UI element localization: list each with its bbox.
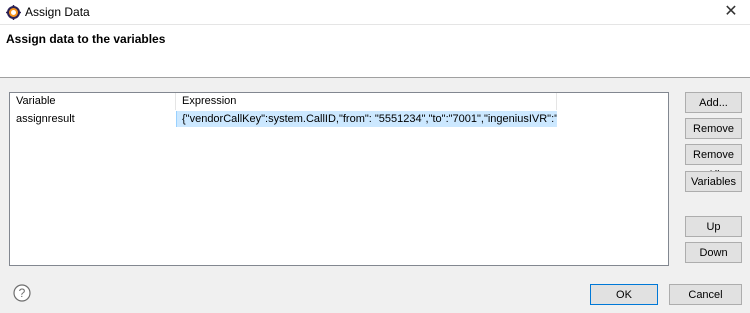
dialog-header: Assign data to the variables xyxy=(0,25,750,78)
help-icon[interactable]: ? xyxy=(13,284,31,302)
expression-cell[interactable]: {"vendorCallKey":system.CallID,"from": "… xyxy=(176,111,557,127)
ok-button[interactable]: OK xyxy=(590,284,658,305)
add-button[interactable]: Add... xyxy=(685,92,742,113)
variable-cell[interactable]: assignresult xyxy=(16,111,75,127)
variables-button[interactable]: Variables xyxy=(685,171,742,192)
column-header-expression[interactable]: Expression xyxy=(176,93,557,110)
up-button[interactable]: Up xyxy=(685,216,742,237)
cancel-button[interactable]: Cancel xyxy=(669,284,742,305)
remove-all-button[interactable]: Remove All xyxy=(685,144,742,181)
eclipse-gear-icon xyxy=(6,5,21,20)
remove-button[interactable]: Remove xyxy=(685,118,742,139)
close-icon[interactable]: ✕ xyxy=(722,3,740,21)
svg-text:?: ? xyxy=(19,286,26,300)
down-button[interactable]: Down xyxy=(685,242,742,263)
table-row[interactable]: assignresult {"vendorCallKey":system.Cal… xyxy=(10,111,557,127)
assignment-table[interactable]: Variable Expression assignresult {"vendo… xyxy=(9,92,669,266)
title-bar: Assign Data ✕ xyxy=(0,0,750,25)
window-title: Assign Data xyxy=(25,5,90,19)
dialog-heading: Assign data to the variables xyxy=(6,32,166,46)
column-header-variable[interactable]: Variable xyxy=(10,93,176,110)
